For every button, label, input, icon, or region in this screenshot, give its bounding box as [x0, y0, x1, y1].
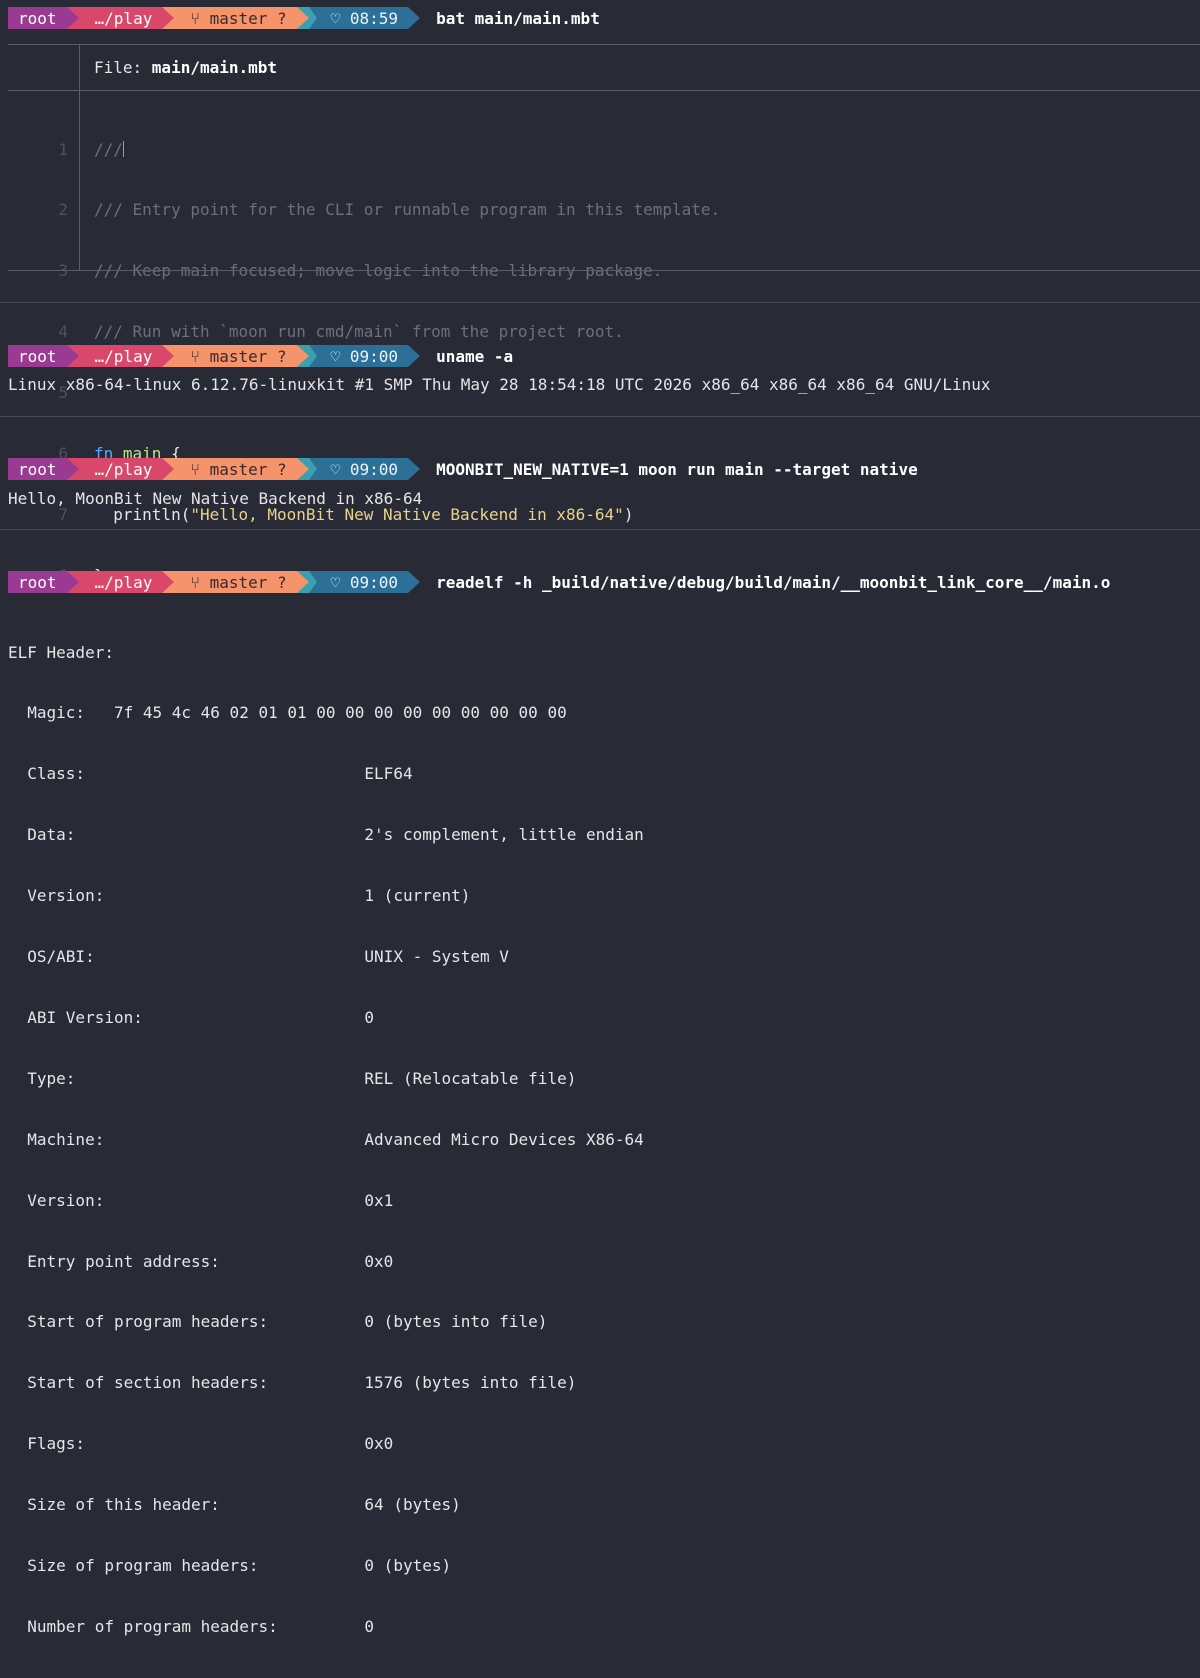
output-line: Start of program headers: 0 (bytes into …	[8, 1312, 548, 1332]
git-branch-icon: ⑂	[190, 346, 210, 366]
git-branch-icon: ⑂	[190, 8, 210, 28]
output-line: ELF Header:	[8, 642, 114, 662]
bat-file-name: main/main.mbt	[151, 58, 278, 77]
output-line: Class: ELF64	[8, 764, 413, 784]
prompt-git: ⑂ master ?	[174, 345, 297, 367]
prompt-branch: master ?	[209, 8, 287, 28]
git-branch-icon: ⑂	[190, 459, 210, 479]
prompt-user: root	[8, 458, 67, 480]
output-line: Magic: 7f 45 4c 46 02 01 01 00 00 00 00 …	[8, 703, 567, 723]
prompt-time-value: 08:59	[349, 8, 399, 28]
output-line: Flags: 0x0	[8, 1434, 394, 1454]
output-line: Size of program headers: 0 (bytes)	[8, 1555, 452, 1575]
prompt-git: ⑂ master ?	[174, 458, 297, 480]
heart-icon: ♡	[330, 8, 350, 28]
prompt-user: root	[8, 7, 67, 29]
readelf-output: ELF Header: Magic: 7f 45 4c 46 02 01 01 …	[8, 602, 644, 1678]
command-output: Hello, MoonBit New Native Backend in x86…	[8, 489, 423, 508]
output-line: Number of program headers: 0	[8, 1616, 375, 1636]
prompt-time: ♡ 08:59	[316, 7, 409, 29]
output-line: Type: REL (Relocatable file)	[8, 1068, 577, 1088]
output-line: OS/ABI: UNIX - System V	[8, 947, 509, 967]
command-output: Linux x86-64-linux 6.12.76-linuxkit #1 S…	[8, 375, 991, 394]
prompt-git: ⑂ master ?	[174, 7, 297, 29]
output-line: Start of section headers: 1576 (bytes in…	[8, 1373, 577, 1393]
prompt-git: ⑂ master ?	[174, 571, 297, 593]
prompt-line: root …/play ⑂ master ? ♡ 08:59 bat main/…	[8, 7, 600, 29]
heart-icon: ♡	[330, 346, 350, 366]
command-text: uname -a	[436, 346, 514, 366]
prompt-user: root	[8, 345, 67, 367]
code-comment: /// Keep main focused; move logic into t…	[94, 261, 663, 281]
output-line: Size of this header: 64 (bytes)	[8, 1495, 461, 1515]
command-text: bat main/main.mbt	[436, 8, 600, 28]
command-text: readelf -h _build/native/debug/build/mai…	[436, 572, 1111, 592]
prompt-time: ♡ 09:00	[316, 571, 409, 593]
prompt-dir: …/play	[78, 571, 163, 593]
text-cursor	[122, 140, 124, 157]
bat-file-header: File: main/main.mbt	[94, 58, 278, 77]
output-line: Data: 2's complement, little endian	[8, 825, 644, 845]
output-line: Machine: Advanced Micro Devices X86-64	[8, 1129, 644, 1149]
code-comment: ///	[94, 139, 123, 159]
output-line: ABI Version: 0	[8, 1007, 375, 1027]
prompt-line: root …/play ⑂ master ? ♡ 09:00 uname -a	[8, 345, 513, 367]
git-branch-icon: ⑂	[190, 572, 210, 592]
output-line: Version: 1 (current)	[8, 886, 471, 906]
terminal-window[interactable]: root …/play ⑂ master ? ♡ 08:59 bat main/…	[0, 0, 1200, 1636]
heart-icon: ♡	[330, 459, 350, 479]
heart-icon: ♡	[330, 572, 350, 592]
prompt-dir: …/play	[78, 458, 163, 480]
prompt-line: root …/play ⑂ master ? ♡ 09:00 MOONBIT_N…	[8, 458, 918, 480]
output-line: Version: 0x1	[8, 1190, 394, 1210]
prompt-dir: …/play	[78, 7, 163, 29]
command-text: MOONBIT_NEW_NATIVE=1 moon run main --tar…	[436, 459, 918, 479]
prompt-line: root …/play ⑂ master ? ♡ 09:00 readelf -…	[8, 571, 1110, 593]
prompt-time: ♡ 09:00	[316, 458, 409, 480]
prompt-time: ♡ 09:00	[316, 345, 409, 367]
prompt-dir: …/play	[78, 345, 163, 367]
code-comment: /// Entry point for the CLI or runnable …	[94, 200, 721, 220]
output-line: Entry point address: 0x0	[8, 1251, 394, 1271]
code-comment: /// Run with `moon run cmd/main` from th…	[94, 322, 624, 342]
prompt-user: root	[8, 571, 67, 593]
